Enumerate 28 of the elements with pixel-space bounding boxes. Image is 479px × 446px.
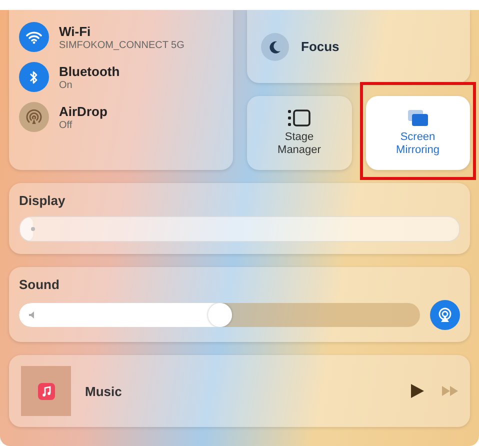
stage-manager-icon xyxy=(287,108,312,127)
toggle-status: SIMFOKOM_CONNECT 5G xyxy=(59,40,184,50)
music-app-icon xyxy=(38,382,54,400)
airplay-button[interactable] xyxy=(430,300,460,330)
focus-button[interactable]: Focus xyxy=(247,10,470,83)
app-name: Music xyxy=(85,384,123,398)
play-icon[interactable] xyxy=(411,384,424,398)
stage-manager-button[interactable]: Stage Manager xyxy=(247,96,352,170)
display-title: Display xyxy=(19,193,66,208)
toggle-label: AirDrop xyxy=(59,104,108,118)
wifi-icon xyxy=(26,30,42,44)
volume-slider[interactable] xyxy=(19,303,420,327)
airdrop-icon xyxy=(26,109,42,125)
wifi-toggle[interactable] xyxy=(19,22,49,52)
sun-icon xyxy=(29,225,37,233)
screen-mirroring-icon xyxy=(406,108,429,127)
sound-title: Sound xyxy=(19,277,60,292)
toggle-label: Wi-Fi xyxy=(59,24,92,38)
toggle-label: Bluetooth xyxy=(59,64,120,78)
airdrop-toggle[interactable] xyxy=(19,102,49,132)
screen-mirroring-button[interactable]: Screen Mirroring xyxy=(366,96,470,170)
toggle-status: Off xyxy=(59,120,74,130)
bluetooth-toggle[interactable] xyxy=(19,62,49,92)
moon-icon xyxy=(268,40,282,54)
airplay-icon xyxy=(437,307,453,323)
toggle-status: On xyxy=(59,80,74,90)
brightness-slider[interactable] xyxy=(19,216,460,242)
bluetooth-icon xyxy=(29,70,39,84)
